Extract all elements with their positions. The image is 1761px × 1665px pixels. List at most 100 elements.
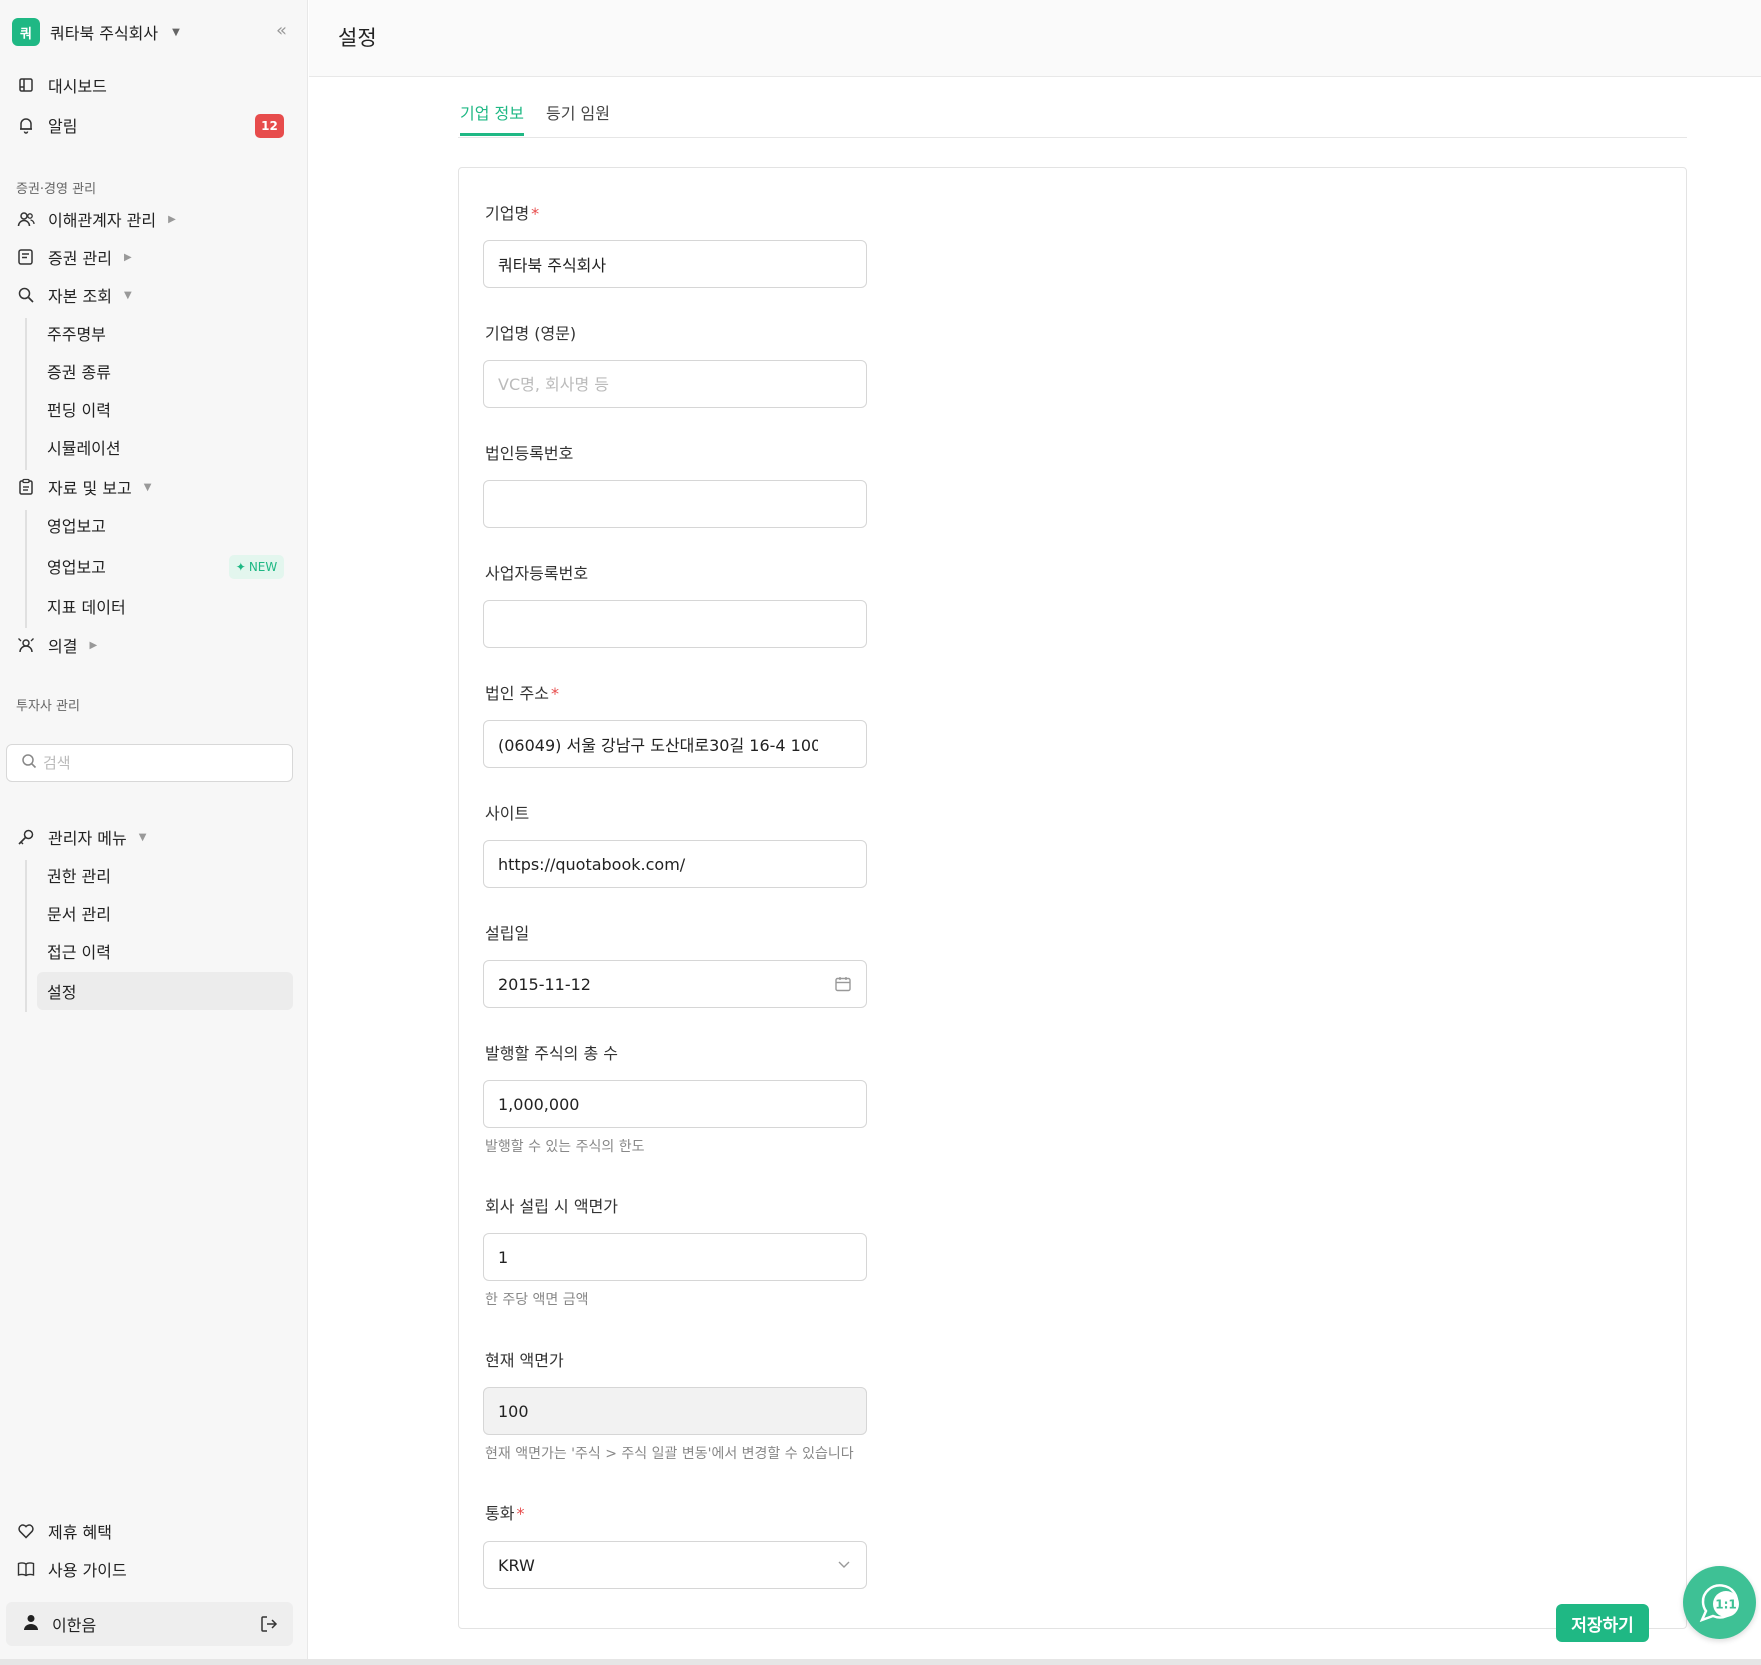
sidebar-item-perks[interactable]: 제휴 혜택 — [16, 1516, 112, 1546]
sidebar-item-stakeholders[interactable]: 이해관계자 관리 ▶ — [16, 204, 176, 234]
total-shares-label: 발행할 주식의 총 수 — [485, 1044, 619, 1063]
calendar-icon[interactable] — [834, 975, 852, 997]
founded-date-input[interactable] — [498, 974, 818, 994]
corp-reg-no-input[interactable] — [498, 494, 818, 514]
par-at-founding-label: 회사 설립 시 액면가 — [485, 1197, 619, 1216]
company-name-input[interactable] — [498, 254, 818, 274]
bottom-scrollbar[interactable] — [0, 1659, 1761, 1665]
submenu-guide-line — [25, 860, 27, 1012]
sidebar-subitem-simulation[interactable]: 시뮬레이션 — [47, 432, 121, 462]
clipboard-icon — [16, 477, 36, 497]
sidebar-subitem-permissions[interactable]: 권한 관리 — [47, 860, 111, 890]
currency-selected-value: KRW — [498, 1555, 535, 1575]
currency-label: 통화 * — [485, 1500, 524, 1524]
tab-registered-officers[interactable]: 등기 임원 — [546, 100, 610, 136]
chat-support-button[interactable]: 1:1 — [1683, 1566, 1756, 1639]
sidebar-subitem-business-report[interactable]: 영업보고 — [47, 510, 106, 540]
collapse-sidebar-icon[interactable]: « — [276, 20, 287, 41]
user-name: 이한음 — [52, 1616, 97, 1635]
caret-right-icon: ▶ — [89, 639, 98, 651]
company-name-en-field[interactable] — [483, 360, 867, 408]
save-button[interactable]: 저장하기 — [1556, 1604, 1649, 1642]
address-input[interactable] — [498, 734, 818, 754]
sidebar-item-label: 의결 — [48, 637, 78, 656]
sidebar-subitem-metrics[interactable]: 지표 데이터 — [47, 591, 126, 621]
org-switcher[interactable]: 쿼 쿼타북 주식회사 ▼ — [12, 18, 180, 46]
address-label: 법인 주소 * — [485, 680, 559, 704]
book-icon — [16, 1559, 36, 1579]
certificate-icon — [16, 247, 36, 267]
sidebar-subitem-security-types[interactable]: 증권 종류 — [47, 356, 111, 386]
label-text: 기업명 — [485, 204, 530, 223]
required-mark: * — [550, 684, 559, 703]
sidebar-item-guide[interactable]: 사용 가이드 — [16, 1554, 127, 1584]
chat-label: 1:1 — [1715, 1597, 1737, 1611]
sidebar-item-admin[interactable]: 관리자 메뉴 ▼ — [16, 822, 146, 852]
current-par-label: 현재 액면가 — [485, 1351, 564, 1370]
sidebar-item-dashboard[interactable]: 대시보드 — [16, 70, 107, 100]
section-label-securities: 증권·경영 관리 — [16, 182, 97, 197]
company-name-en-label: 기업명 (영문) — [485, 324, 577, 343]
sidebar-subitem-access-history[interactable]: 접근 이력 — [47, 936, 111, 966]
user-icon — [22, 1613, 40, 1635]
sidebar-item-resolution[interactable]: 의결 ▶ — [16, 630, 97, 660]
sidebar-subitem-settings[interactable]: 설정 — [47, 976, 76, 1006]
sidebar-subitem-business-report-new[interactable]: 영업보고 — [47, 551, 106, 581]
current-par-input — [498, 1401, 818, 1421]
sidebar-item-label: 자료 및 보고 — [48, 479, 132, 498]
par-at-founding-field[interactable] — [483, 1233, 867, 1281]
par-at-founding-input[interactable] — [498, 1247, 818, 1267]
address-field[interactable] — [483, 720, 867, 768]
current-par-hint: 현재 액면가는 '주식 > 주식 일괄 변동'에서 변경할 수 있습니다 — [485, 1446, 854, 1462]
sidebar: 쿼 쿼타북 주식회사 ▼ « 대시보드 알림 12 증권·경영 관리 이해관계자… — [0, 0, 308, 1665]
sidebar-search[interactable] — [6, 744, 293, 782]
notification-count-badge: 12 — [255, 114, 284, 138]
heart-icon — [16, 1521, 36, 1541]
sidebar-subitem-funding-history[interactable]: 펀딩 이력 — [47, 394, 111, 424]
biz-reg-no-input[interactable] — [498, 614, 818, 634]
current-par-field — [483, 1387, 867, 1435]
required-mark: * — [516, 1504, 525, 1523]
section-label-investors: 투자사 관리 — [16, 699, 80, 714]
company-name-en-input[interactable] — [498, 374, 818, 394]
site-input[interactable] — [498, 854, 818, 874]
sparkle-icon: ✦ — [235, 560, 246, 574]
sidebar-item-notifications[interactable]: 알림 — [16, 110, 77, 140]
chat-bubble-icon: 1:1 — [1699, 1583, 1739, 1622]
submenu-guide-line — [25, 318, 27, 470]
sidebar-item-capital[interactable]: 자본 조회 ▼ — [16, 280, 132, 310]
caret-right-icon: ▶ — [168, 213, 176, 225]
sidebar-item-label: 제휴 혜택 — [48, 1523, 112, 1542]
caret-down-icon: ▼ — [172, 26, 180, 38]
tab-company-info[interactable]: 기업 정보 — [460, 100, 524, 136]
org-logo: 쿼 — [12, 18, 40, 46]
magnifier-icon — [16, 285, 36, 305]
currency-select[interactable]: KRW — [483, 1541, 867, 1589]
company-name-label: 기업명 * — [485, 200, 539, 224]
company-name-field[interactable] — [483, 240, 867, 288]
par-at-founding-hint: 한 주당 액면 금액 — [485, 1292, 589, 1308]
users-icon — [16, 209, 36, 229]
founded-date-field[interactable] — [483, 960, 867, 1008]
corp-reg-no-field[interactable] — [483, 480, 867, 528]
biz-reg-no-label: 사업자등록번호 — [485, 564, 589, 583]
founded-label: 설립일 — [485, 924, 530, 943]
sidebar-item-securities[interactable]: 증권 관리 ▶ — [16, 242, 132, 272]
total-shares-input[interactable] — [498, 1094, 818, 1114]
biz-reg-no-field[interactable] — [483, 600, 867, 648]
logout-icon[interactable] — [259, 1614, 279, 1638]
site-field[interactable] — [483, 840, 867, 888]
new-badge: ✦ NEW — [229, 555, 284, 579]
total-shares-field[interactable] — [483, 1080, 867, 1128]
sidebar-item-reports[interactable]: 자료 및 보고 ▼ — [16, 472, 151, 502]
search-icon — [21, 753, 37, 773]
sidebar-item-label: 관리자 메뉴 — [48, 829, 127, 848]
sidebar-item-label: 사용 가이드 — [48, 1561, 127, 1580]
sidebar-item-label: 이해관계자 관리 — [48, 211, 157, 230]
sidebar-subitem-shareholders[interactable]: 주주명부 — [47, 318, 106, 348]
sidebar-subitem-documents[interactable]: 문서 관리 — [47, 898, 111, 928]
sidebar-item-label: 증권 관리 — [48, 249, 112, 268]
user-profile[interactable]: 이한음 — [6, 1602, 293, 1646]
search-input[interactable] — [43, 754, 273, 772]
page-title: 설정 — [338, 26, 377, 50]
